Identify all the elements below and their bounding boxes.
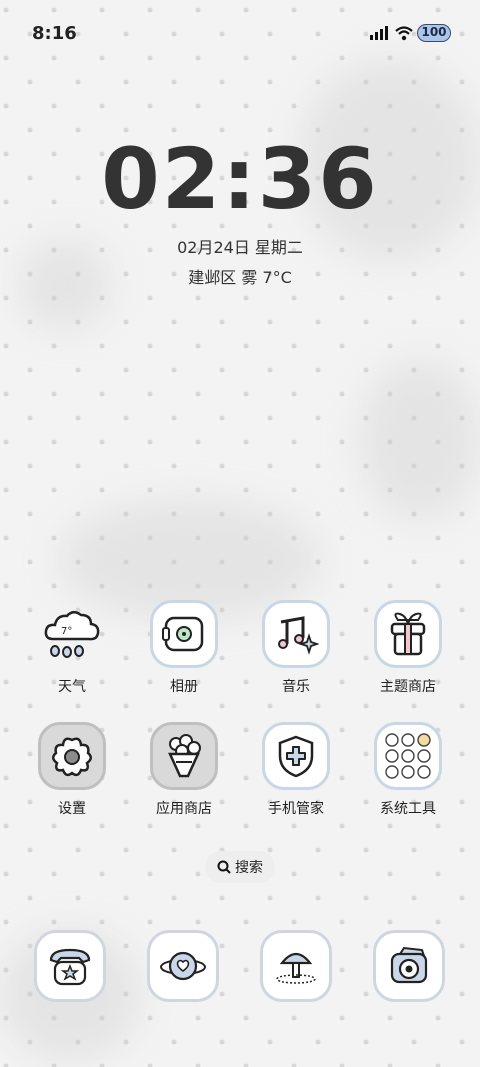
app-weather[interactable]: 7° 天气 <box>22 600 122 696</box>
search-label: 搜索 <box>235 860 263 876</box>
app-label: 设置 <box>58 801 86 817</box>
app-system-tools[interactable]: 系统工具 <box>358 722 458 818</box>
camera-icon <box>373 930 445 1002</box>
app-label: 天气 <box>58 679 86 695</box>
music-icon <box>262 600 330 668</box>
weather-cloud-icon: 7° <box>38 600 106 668</box>
signal-icon <box>370 26 388 40</box>
app-settings[interactable]: 设置 <box>22 722 122 818</box>
status-bar: 8:16 100 <box>0 0 480 68</box>
app-phone-manager[interactable]: 手机管家 <box>246 722 346 818</box>
app-label: 系统工具 <box>380 801 436 817</box>
status-time: 8:16 <box>32 23 77 44</box>
weather-temp: 7° <box>61 626 72 637</box>
album-icon <box>150 600 218 668</box>
dock-messages[interactable] <box>133 930 233 1002</box>
app-app-store[interactable]: 应用商店 <box>134 722 234 818</box>
clock-weather[interactable]: 建邺区 雾 7°C <box>0 264 480 288</box>
planet-messages-icon <box>147 930 219 1002</box>
app-album[interactable]: 相册 <box>134 600 234 696</box>
app-label: 手机管家 <box>268 801 324 817</box>
phone-icon <box>34 930 106 1002</box>
dock-phone[interactable] <box>20 930 120 1002</box>
shield-icon <box>262 722 330 790</box>
wifi-icon <box>395 26 413 41</box>
search-icon <box>217 860 231 874</box>
search-button[interactable]: 搜索 <box>205 851 275 883</box>
app-label: 相册 <box>170 679 198 695</box>
mushroom-browser-icon <box>260 930 332 1002</box>
battery-icon: 100 <box>417 24 451 42</box>
app-label: 主题商店 <box>380 679 436 695</box>
app-label: 应用商店 <box>156 801 212 817</box>
clock-time[interactable]: 02:36 <box>0 130 480 228</box>
gift-box-icon <box>374 600 442 668</box>
app-theme-store[interactable]: 主题商店 <box>358 600 458 696</box>
flower-settings-icon <box>38 722 106 790</box>
bouquet-icon <box>150 722 218 790</box>
clock-date: 02月24日 星期二 <box>177 238 303 257</box>
app-label: 音乐 <box>282 679 310 695</box>
dock-browser[interactable] <box>246 930 346 1002</box>
dock-camera[interactable] <box>359 930 459 1002</box>
tools-folder-icon <box>374 722 442 790</box>
app-music[interactable]: 音乐 <box>246 600 346 696</box>
